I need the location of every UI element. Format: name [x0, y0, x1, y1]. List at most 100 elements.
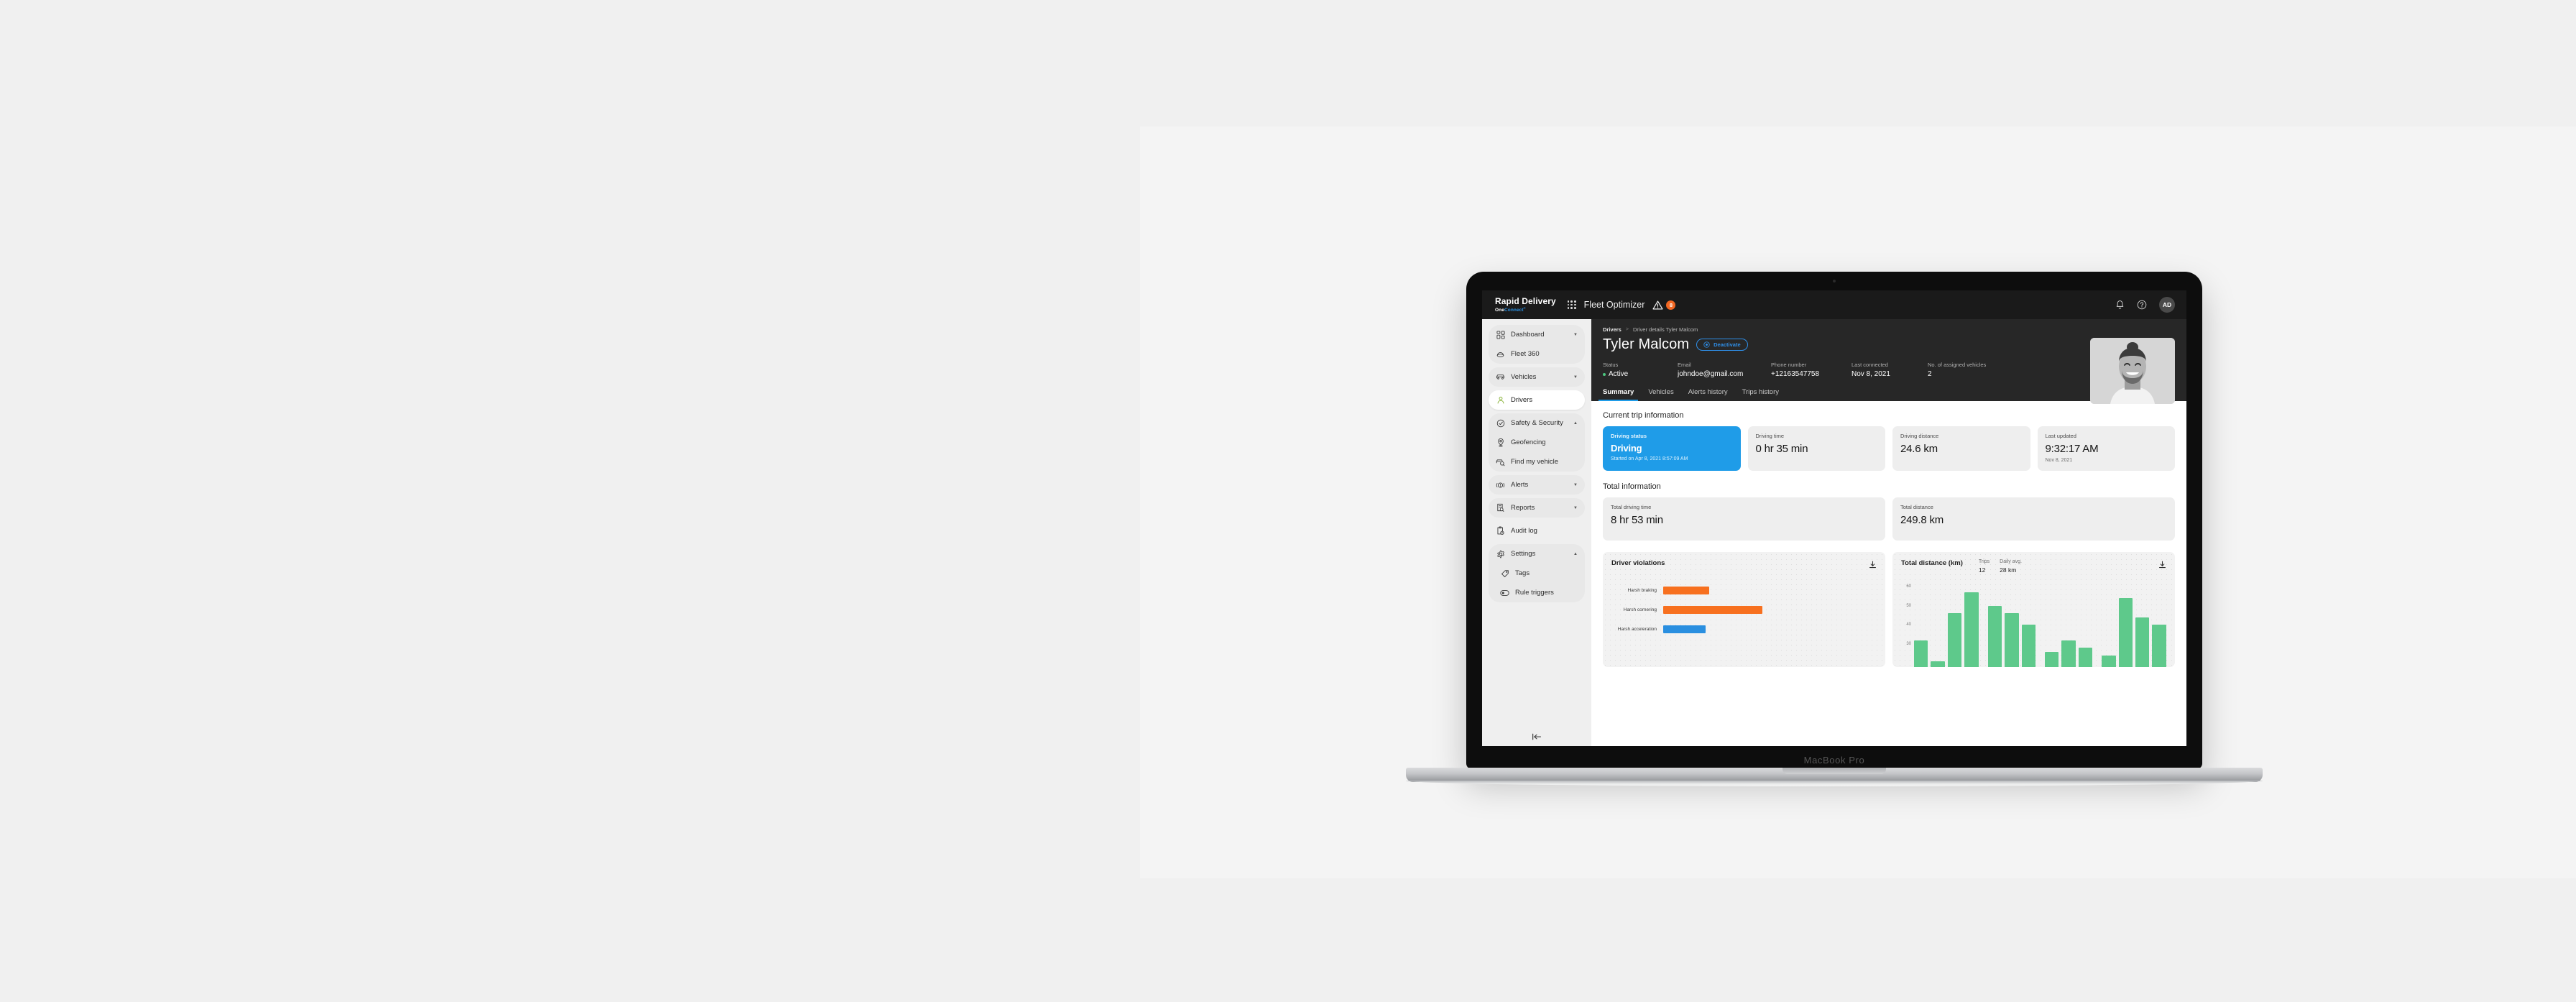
alerts-indicator[interactable]: 8 — [1652, 300, 1676, 310]
brand-logo[interactable]: Rapid Delivery OneConnect® — [1495, 297, 1556, 313]
sidebar-item-label: Rule triggers — [1515, 589, 1554, 597]
download-icon[interactable] — [2158, 559, 2166, 572]
find-vehicle-icon — [1496, 457, 1505, 466]
bar-row: Harsh braking — [1611, 581, 1877, 600]
chevron-down-icon: ▼ — [1573, 505, 1578, 510]
bar-harsh-braking — [1663, 587, 1709, 594]
card-value: 0 hr 35 min — [1755, 443, 1808, 455]
meta-email: Email johndoe@gmail.com — [1678, 362, 1771, 378]
topbar-actions: AD — [2115, 297, 2175, 313]
sidebar-item-find-my-vehicle[interactable]: Find my vehicle — [1489, 452, 1585, 472]
driver-portrait-icon — [2090, 338, 2175, 404]
bar-harsh-cornering — [1663, 606, 1762, 614]
stat-label: Daily avg. — [2000, 559, 2022, 564]
stat-label: Trips — [1978, 559, 1990, 564]
card-label: Total distance — [1900, 504, 1933, 510]
brand-subname: OneConnect® — [1495, 305, 1556, 313]
meta-label: Last connected — [1852, 362, 1888, 368]
bar-item — [1987, 605, 2002, 667]
sidebar-group: Settings ▲ Tags Rule triggers — [1489, 544, 1585, 602]
gear-icon — [1496, 549, 1505, 559]
sidebar-item-geofencing[interactable]: Geofencing — [1489, 433, 1585, 452]
dashboard-icon — [1496, 330, 1505, 339]
tab-alerts-history[interactable]: Alerts history — [1688, 388, 1728, 401]
sidebar-item-audit-log[interactable]: Audit log — [1489, 521, 1585, 541]
driver-header: Drivers > Driver details Tyler Malcom Ty… — [1591, 319, 2186, 404]
tab-trips-history[interactable]: Trips history — [1742, 388, 1779, 401]
sidebar-nav: Dashboard ▼ Fleet 360 Vehicles ▼ Drivers… — [1482, 319, 1591, 746]
sidebar-item-dashboard[interactable]: Dashboard ▼ — [1489, 325, 1585, 344]
driver-tabs: Summary Vehicles Alerts history Trips hi… — [1598, 388, 2175, 401]
breadcrumb-separator: > — [1625, 327, 1629, 332]
y-axis-ticks: 60 50 40 30 — [1901, 581, 1913, 667]
sidebar-item-vehicles[interactable]: Vehicles ▼ — [1489, 367, 1585, 387]
sidebar-item-label: Alerts — [1511, 481, 1529, 489]
sidebar-group: Reports ▼ — [1489, 498, 1585, 518]
card-driving-status: Driving status Driving Started on Apr 8,… — [1603, 426, 1741, 471]
sidebar-group: Audit log — [1489, 521, 1585, 541]
card-value: Driving — [1611, 443, 1642, 454]
apps-grid-icon[interactable] — [1567, 300, 1576, 309]
breadcrumb-root[interactable]: Drivers — [1603, 326, 1622, 333]
bar-label: Harsh braking — [1627, 588, 1657, 593]
user-avatar[interactable]: AD — [2159, 297, 2175, 313]
power-circle-icon — [1703, 341, 1710, 348]
download-icon[interactable] — [1869, 559, 1877, 572]
bar-item — [2118, 598, 2133, 667]
sidebar-item-label: Find my vehicle — [1511, 458, 1558, 466]
sidebar-item-label: Vehicles — [1511, 373, 1537, 381]
bar-item — [2044, 651, 2059, 667]
sidebar-item-alerts[interactable]: Alerts ▼ — [1489, 475, 1585, 495]
warning-triangle-icon — [1652, 300, 1663, 309]
device-brand-label: MacBook Pro — [1803, 755, 1865, 766]
card-value: 24.6 km — [1900, 443, 1938, 455]
bar-item — [1931, 661, 1945, 667]
meta-label: Status — [1603, 362, 1619, 368]
deactivate-button[interactable]: Deactivate — [1696, 339, 1748, 351]
sidebar-item-tags[interactable]: Tags — [1489, 564, 1585, 583]
meta-label: Phone number — [1771, 362, 1807, 368]
chart-title: Driver violations — [1611, 559, 1665, 567]
sidebar-item-drivers[interactable]: Drivers — [1489, 390, 1585, 410]
sidebar-item-label: Tags — [1515, 569, 1530, 577]
bar-row: Harsh acceleration — [1611, 620, 1877, 639]
sidebar-item-label: Drivers — [1511, 396, 1533, 404]
total-info-cards: Total driving time 8 hr 53 min Total dis… — [1603, 497, 2175, 541]
app-screen: Rapid Delivery OneConnect® Fleet Optimiz… — [1482, 290, 2186, 746]
card-value: 8 hr 53 min — [1611, 514, 1663, 526]
sidebar-item-safety-security[interactable]: Safety & Security ▲ — [1489, 413, 1585, 433]
card-total-distance: Total distance 249.8 km — [1892, 497, 2175, 541]
help-circle-icon[interactable] — [2137, 300, 2147, 310]
sidebar-collapse-button[interactable] — [1489, 733, 1585, 740]
y-tick-label: 50 — [1906, 603, 1911, 608]
bell-icon[interactable] — [2115, 300, 2125, 310]
trademark-mark: ® — [1523, 305, 1526, 310]
alert-count-badge: 8 — [1666, 300, 1676, 310]
sidebar-item-fleet-360[interactable]: Fleet 360 — [1489, 344, 1585, 364]
main-content: Drivers > Driver details Tyler Malcom Ty… — [1591, 319, 2186, 746]
meta-value: Nov 8, 2021 — [1852, 370, 1890, 378]
sidebar-item-reports[interactable]: Reports ▼ — [1489, 498, 1585, 518]
tab-vehicles[interactable]: Vehicles — [1648, 388, 1673, 401]
card-label: Total driving time — [1611, 504, 1652, 510]
tab-summary[interactable]: Summary — [1598, 388, 1639, 401]
chart-driver-violations: Driver violations Harsh braking Harsh co… — [1603, 552, 1885, 667]
sidebar-item-rule-triggers[interactable]: Rule triggers — [1489, 583, 1585, 602]
chevron-up-icon: ▲ — [1573, 420, 1578, 426]
bar-item — [1914, 640, 1928, 667]
driver-meta-row: Status Active Email johndoe@gmail.com Ph… — [1603, 362, 2175, 378]
sidebar-item-settings[interactable]: Settings ▲ — [1489, 544, 1585, 564]
sidebar-group: Vehicles ▼ — [1489, 367, 1585, 387]
meta-value: johndoe@gmail.com — [1678, 370, 1744, 378]
meta-last-connected: Last connected Nov 8, 2021 — [1852, 362, 1928, 378]
chart-title: Total distance (km) — [1901, 559, 1963, 567]
card-driving-distance: Driving distance 24.6 km — [1892, 426, 2030, 471]
app-name-label[interactable]: Fleet Optimizer — [1584, 300, 1645, 310]
sidebar-item-label: Dashboard — [1511, 331, 1545, 339]
bar-item — [1964, 592, 1979, 667]
card-sub: Started on Apr 8, 2021 8:57:09 AM — [1611, 456, 1688, 461]
sidebar-group: Safety & Security ▲ Geofencing Find my v… — [1489, 413, 1585, 472]
chevron-down-icon: ▼ — [1573, 482, 1578, 487]
card-value: 249.8 km — [1900, 514, 1944, 526]
card-label: Last updated — [2045, 433, 2076, 439]
